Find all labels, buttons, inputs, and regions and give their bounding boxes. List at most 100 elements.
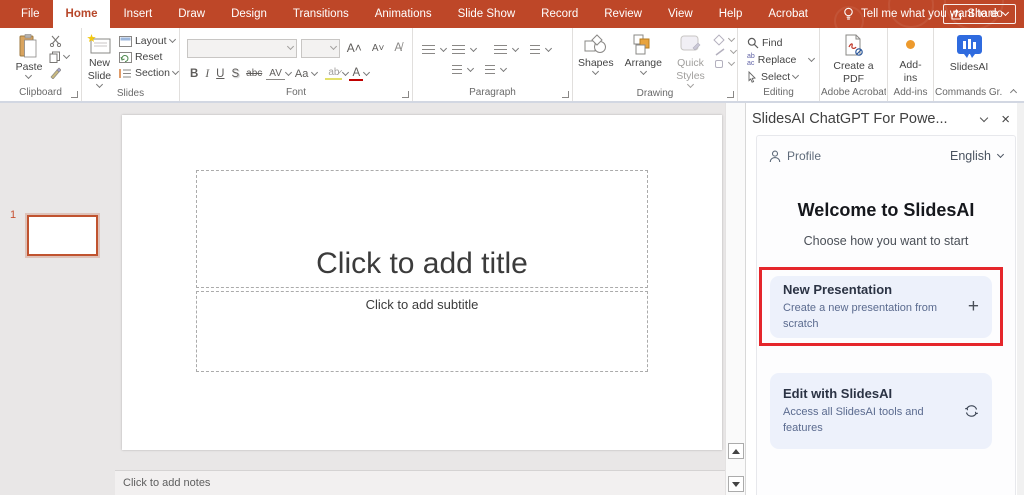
shapes-button[interactable]: Shapes xyxy=(574,31,618,76)
editing-group-label: Editing xyxy=(763,87,794,98)
change-case-button[interactable]: Aa xyxy=(292,68,311,80)
refresh-icon xyxy=(964,404,979,418)
addins-button[interactable]: Add-ins xyxy=(889,31,932,85)
dialog-launcher-icon[interactable] xyxy=(71,91,78,98)
new-slide-icon xyxy=(87,34,111,54)
strikethrough-button[interactable]: abc xyxy=(243,68,265,79)
menu-tab-home[interactable]: Home xyxy=(52,0,111,28)
font-name-combobox[interactable] xyxy=(187,38,297,58)
find-button[interactable]: Find xyxy=(747,37,782,49)
italic-button[interactable]: I xyxy=(202,68,212,80)
menu-tab-record[interactable]: Record xyxy=(528,0,591,28)
chevron-down-icon xyxy=(171,67,180,76)
underline-button[interactable]: U xyxy=(213,68,227,80)
numbering-button[interactable] xyxy=(452,44,478,55)
replace-icon: ab ac xyxy=(747,53,755,67)
shape-fill-button[interactable] xyxy=(713,34,736,46)
font-color-button[interactable]: A xyxy=(349,67,364,81)
menu-tab-animations[interactable]: Animations xyxy=(362,0,445,28)
columns-button[interactable] xyxy=(452,64,475,75)
collapse-ribbon-button[interactable] xyxy=(1009,88,1018,97)
smartart-button[interactable] xyxy=(485,64,508,75)
ribbon-group-addins: Add-ins Add-ins xyxy=(888,28,934,101)
chevron-down-icon xyxy=(511,44,520,53)
copy-button[interactable] xyxy=(49,51,71,63)
menu-tab-transitions[interactable]: Transitions xyxy=(280,0,362,28)
ribbon-group-font: A˄ A˅ A̸ B I U S abc AV Aa ab̷ A Font xyxy=(180,28,413,101)
cut-button[interactable] xyxy=(49,35,69,47)
increase-font-size-button[interactable]: A˄ xyxy=(344,41,365,55)
dialog-launcher-icon[interactable] xyxy=(402,91,409,98)
scroll-down-button[interactable] xyxy=(728,476,744,492)
reset-button[interactable]: Reset xyxy=(118,51,162,63)
plus-icon: + xyxy=(967,296,979,317)
ribbon: Paste Clipboard New Slide Layout Reset S… xyxy=(0,28,1024,103)
text-shadow-button[interactable]: S xyxy=(228,68,242,80)
language-label: English xyxy=(950,149,991,163)
font-group-label: Font xyxy=(285,87,306,98)
ribbon-group-clipboard: Paste Clipboard xyxy=(0,28,82,101)
new-slide-button[interactable]: New Slide xyxy=(83,31,116,89)
notes-input[interactable]: Click to add notes xyxy=(115,470,725,495)
paragraph-group-label: Paragraph xyxy=(469,87,516,98)
new-presentation-card[interactable]: New Presentation Create a new presentati… xyxy=(770,276,992,338)
shape-effects-button[interactable] xyxy=(715,58,736,68)
editor-scrollbar[interactable] xyxy=(725,103,745,495)
menu-tab-insert[interactable]: Insert xyxy=(110,0,165,28)
subtitle-placeholder[interactable]: Click to add subtitle xyxy=(196,291,648,372)
edit-with-slidesai-card[interactable]: Edit with SlidesAI Access all SlidesAI t… xyxy=(770,373,992,449)
menu-tab-file[interactable]: File xyxy=(8,0,53,28)
card-title: Edit with SlidesAI xyxy=(783,386,893,402)
language-selector[interactable]: English xyxy=(950,149,1005,163)
title-placeholder[interactable]: Click to add title xyxy=(196,170,648,288)
ribbon-group-paragraph: Paragraph xyxy=(413,28,573,101)
character-spacing-button[interactable]: AV xyxy=(266,68,285,80)
panel-body: Profile English Welcome to SlidesAI Choo… xyxy=(756,135,1016,495)
chevron-down-icon xyxy=(727,34,736,43)
select-button[interactable]: Select xyxy=(747,71,800,83)
card-description: Access all SlidesAI tools and features xyxy=(783,406,924,434)
share-icon xyxy=(951,8,962,20)
layout-button[interactable]: Layout xyxy=(118,35,176,47)
card-title: New Presentation xyxy=(783,282,893,298)
replace-button[interactable]: ab ac Replace xyxy=(747,53,816,67)
section-button[interactable]: Section xyxy=(119,67,180,79)
quick-styles-button[interactable]: Quick Styles xyxy=(669,31,712,89)
shapes-icon xyxy=(584,34,606,53)
menu-tab-help[interactable]: Help xyxy=(706,0,756,28)
format-painter-button[interactable] xyxy=(49,67,69,79)
menu-tab-slide-show[interactable]: Slide Show xyxy=(445,0,529,28)
text-highlight-button[interactable]: ab̷ xyxy=(325,67,343,80)
chevron-down-icon[interactable] xyxy=(979,113,989,122)
create-pdf-button[interactable]: Create a PDF xyxy=(821,31,886,86)
menu-tab-review[interactable]: Review xyxy=(591,0,655,28)
dialog-launcher-icon[interactable] xyxy=(562,91,569,98)
decrease-font-size-button[interactable]: A˅ xyxy=(369,43,388,54)
slide-thumbnail[interactable] xyxy=(27,215,98,256)
chevron-down-icon xyxy=(466,64,475,73)
paste-button[interactable]: Paste xyxy=(12,31,47,80)
profile-button[interactable]: Profile xyxy=(769,149,821,163)
text-direction-button[interactable] xyxy=(530,44,553,55)
share-label: Share xyxy=(967,8,998,20)
slidesai-button[interactable]: SlidesAI xyxy=(946,31,993,74)
panel-header: SlidesAI ChatGPT For Powe... × xyxy=(746,103,1018,135)
share-button[interactable]: Share xyxy=(943,4,1016,24)
arrange-button[interactable]: Arrange xyxy=(621,31,666,76)
menu-tab-design[interactable]: Design xyxy=(218,0,280,28)
bold-button[interactable]: B xyxy=(187,68,201,80)
addins-group-label: Add-ins xyxy=(893,87,928,98)
bullets-button[interactable] xyxy=(422,44,448,55)
shape-outline-button[interactable] xyxy=(715,46,738,56)
panel-scrollbar[interactable] xyxy=(1017,103,1024,495)
menu-tab-draw[interactable]: Draw xyxy=(165,0,218,28)
menu-tab-acrobat[interactable]: Acrobat xyxy=(755,0,821,28)
scroll-up-button[interactable] xyxy=(728,443,744,459)
font-size-combobox[interactable] xyxy=(300,38,340,58)
menu-tab-view[interactable]: View xyxy=(655,0,706,28)
dialog-launcher-icon[interactable] xyxy=(727,91,734,98)
line-spacing-button[interactable] xyxy=(494,44,520,55)
chevron-down-icon xyxy=(544,44,553,53)
clear-formatting-button[interactable]: A̸ xyxy=(391,42,405,54)
close-icon[interactable]: × xyxy=(1001,111,1010,128)
